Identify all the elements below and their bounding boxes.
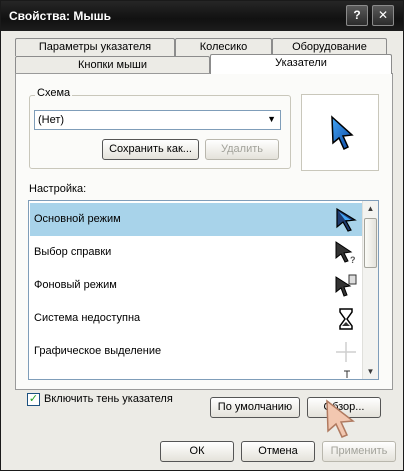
list-item[interactable] bbox=[30, 368, 363, 379]
help-title-button[interactable]: ? bbox=[346, 5, 368, 26]
text-select-cursor-icon bbox=[344, 370, 350, 378]
delete-button[interactable]: Удалить bbox=[205, 139, 279, 160]
list-item[interactable]: Фоновый режим bbox=[30, 269, 363, 302]
list-item-label: Графическое выделение bbox=[34, 345, 162, 357]
title-bar[interactable]: Свойства: Мышь ? ✕ bbox=[1, 1, 403, 31]
mouse-properties-window: Свойства: Мышь ? ✕ Параметры указателя К… bbox=[0, 0, 404, 471]
close-title-button[interactable]: ✕ bbox=[372, 5, 394, 26]
svg-text:?: ? bbox=[350, 255, 356, 265]
shadow-checkbox-label[interactable]: Включить тень указателя bbox=[44, 393, 173, 405]
scroll-down-icon[interactable]: ▼ bbox=[363, 364, 378, 379]
arrow-cursor-icon bbox=[331, 115, 354, 151]
crosshair-icon bbox=[336, 342, 356, 362]
window-title: Свойства: Мышь bbox=[9, 9, 111, 23]
cancel-button[interactable]: Отмена bbox=[241, 441, 315, 462]
shadow-checkbox[interactable]: ✓ bbox=[27, 393, 40, 406]
list-item-label: Фоновый режим bbox=[34, 279, 117, 291]
chevron-down-icon: ▼ bbox=[267, 114, 276, 124]
arrow-cursor-icon bbox=[336, 207, 357, 232]
scroll-thumb[interactable] bbox=[364, 218, 377, 268]
tab-buttons[interactable]: Кнопки мыши bbox=[15, 56, 210, 74]
tab-pointer-options[interactable]: Параметры указателя bbox=[15, 38, 175, 56]
working-cursor-icon bbox=[335, 274, 357, 297]
scheme-group-label: Схема bbox=[35, 87, 73, 99]
ok-button[interactable]: ОК bbox=[160, 441, 234, 462]
help-cursor-icon: ? bbox=[335, 241, 356, 265]
list-item-label: Выбор справки bbox=[34, 246, 112, 258]
settings-label: Настройка: bbox=[29, 183, 87, 195]
list-item[interactable]: Система недоступна bbox=[30, 302, 363, 335]
cursor-list[interactable]: Основной режим Выбор справки ? Фоновый р… bbox=[28, 200, 379, 380]
scheme-combobox[interactable]: (Нет) ▼ bbox=[34, 110, 281, 130]
list-item-label: Система недоступна bbox=[34, 312, 141, 324]
apply-button[interactable]: Применить bbox=[322, 441, 396, 462]
list-item[interactable]: Выбор справки ? bbox=[30, 236, 363, 269]
scheme-combobox-value: (Нет) bbox=[38, 114, 65, 126]
mouse-pointer-icon bbox=[326, 399, 355, 438]
list-item[interactable]: Основной режим bbox=[30, 203, 363, 236]
cursor-preview bbox=[301, 94, 379, 171]
tab-pointers[interactable]: Указатели bbox=[210, 54, 392, 74]
default-button[interactable]: По умолчанию bbox=[210, 397, 300, 418]
list-scrollbar[interactable]: ▲ ▼ bbox=[362, 201, 378, 379]
list-item-label: Основной режим bbox=[34, 213, 121, 225]
save-as-button[interactable]: Сохранить как... bbox=[102, 139, 199, 160]
list-item[interactable]: Графическое выделение bbox=[30, 335, 363, 368]
scroll-up-icon[interactable]: ▲ bbox=[363, 201, 378, 216]
hourglass-icon bbox=[339, 308, 353, 330]
